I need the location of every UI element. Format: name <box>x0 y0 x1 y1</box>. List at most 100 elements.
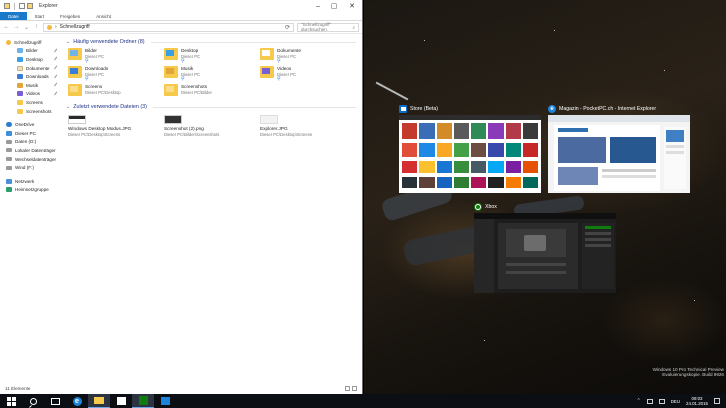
minimize-button[interactable]: – <box>310 0 326 12</box>
nav-item-label: Musik <box>26 82 38 88</box>
taskbar-explorer[interactable] <box>88 394 110 408</box>
refresh-icon[interactable]: ⟳ <box>285 24 290 31</box>
taskbar-xbox[interactable] <box>132 394 154 408</box>
folder-icon <box>68 84 82 96</box>
address-row: ← → ⌄ ↑ › Schnellzugriff ⟳ "Schnellzugri… <box>0 21 362 34</box>
taskbar-internet-explorer[interactable]: e <box>66 394 88 408</box>
nav-item[interactable]: Lokaler Datenträger <box>0 146 60 155</box>
folder-tile[interactable]: Musik Dieser PC ⚲ <box>164 66 260 83</box>
folder-icon <box>260 66 274 78</box>
folder-icon <box>68 66 82 78</box>
nav-item[interactable]: Desktop <box>0 55 60 64</box>
ribbon-tabs: Datei Start Freigeben Ansicht <box>0 12 362 21</box>
file-location: Dieser PC\Desktop\Screens <box>68 131 121 137</box>
close-button[interactable]: ✕ <box>342 0 362 12</box>
nav-item[interactable]: Bilder <box>0 47 60 56</box>
folder-tile-text: Musik Dieser PC ⚲ <box>181 66 200 83</box>
nav-item[interactable]: OneDrive <box>0 120 60 129</box>
navigation-pane: Schnellzugriff Bilder Desktop Dokumente Down… <box>0 34 60 382</box>
folder-icon <box>260 48 274 60</box>
folder-tile-text: Desktop Dieser PC ⚲ <box>181 48 200 65</box>
nav-item[interactable]: Dokumente <box>0 64 60 73</box>
drive-icon <box>6 157 12 162</box>
downloads-icon <box>17 74 23 80</box>
task-view-button[interactable] <box>44 394 66 408</box>
folder-tile[interactable]: Videos Dieser PC ⚲ <box>260 66 356 83</box>
folder-icon <box>94 397 104 404</box>
notification-icon[interactable] <box>714 398 720 404</box>
recent-files-header[interactable]: ⌄ Zuletzt verwendete Dateien (3) <box>66 103 356 111</box>
folder-tile-text: Videos Dieser PC ⚲ <box>277 66 296 83</box>
tab-start[interactable]: Start <box>27 12 53 20</box>
volume-icon[interactable] <box>658 398 665 404</box>
tab-view[interactable]: Ansicht <box>88 12 119 20</box>
folder-tile[interactable]: Desktop Dieser PC ⚲ <box>164 48 260 65</box>
maximize-button[interactable]: ▢ <box>326 0 342 12</box>
snap-card-xbox[interactable]: Xbox <box>474 201 616 293</box>
back-button[interactable]: ← <box>3 23 10 32</box>
nav-item[interactable]: Screens <box>0 98 60 107</box>
folder-tile-text: Screens Dieser PC\Desktop <box>85 84 121 95</box>
snap-card-header: Store (Beta) <box>399 103 541 115</box>
file-thumbnail <box>260 115 278 124</box>
taskbar-store[interactable] <box>110 394 132 408</box>
tiles-view-icon[interactable] <box>352 385 357 391</box>
nav-item[interactable]: Screenshots <box>0 107 60 116</box>
new-folder-icon[interactable] <box>27 3 33 9</box>
internet-explorer-icon: e <box>548 105 556 113</box>
recent-file[interactable]: Windows Desktop Modus.JPG Dieser PC\Deskt… <box>68 115 164 137</box>
search-input[interactable]: "Schnellzugriff" durchsuchen ⌕ <box>297 22 359 32</box>
taskbar-photos[interactable] <box>154 394 176 408</box>
clock-date: 24.01.2015 <box>686 401 708 406</box>
recent-file[interactable]: Screenshot (2).png Dieser PC\Bilder\Scree… <box>164 115 260 137</box>
recent-locations-button[interactable]: ⌄ <box>23 23 30 32</box>
folder-tile[interactable]: Screenshots Dieser PC\Bilder <box>164 84 260 99</box>
nav-item[interactable]: Dieser PC <box>0 129 60 138</box>
nav-item-label: Wind (F:) <box>15 165 34 171</box>
onedrive-icon <box>6 122 12 128</box>
start-button[interactable] <box>0 394 22 408</box>
nav-item[interactable]: Videos <box>0 90 60 99</box>
nav-item[interactable]: Wechseldatenträger <box>0 155 60 164</box>
folder-tile[interactable]: Bilder Dieser PC ⚲ <box>68 48 164 64</box>
forward-button[interactable]: → <box>13 23 20 32</box>
properties-icon[interactable] <box>19 3 25 9</box>
star-icon <box>6 39 11 45</box>
recent-file[interactable]: Explorer.JPG Dieser PC\Desktop\Screens <box>260 115 356 137</box>
folder-icon[interactable] <box>4 3 10 9</box>
up-button[interactable]: ↑ <box>33 23 40 32</box>
nav-item[interactable]: Wind (F:) <box>0 163 60 172</box>
input-language[interactable]: DEU <box>671 399 680 404</box>
tab-file[interactable]: Datei <box>0 12 27 20</box>
chevron-up-icon[interactable]: ⌃ <box>637 398 641 404</box>
nav-item[interactable]: Heimnetzgruppe <box>0 186 60 195</box>
network-icon[interactable] <box>646 398 653 404</box>
file-thumbnail <box>164 115 182 124</box>
address-bar[interactable]: › Schnellzugriff ⟳ <box>43 22 294 32</box>
nav-item[interactable]: Schnellzugriff <box>0 38 60 47</box>
star <box>424 40 425 41</box>
nav-item[interactable]: Musik <box>0 81 60 90</box>
window-title: Explorer <box>39 3 58 9</box>
clock[interactable]: 09:03 24.01.2015 <box>686 396 708 406</box>
breadcrumb[interactable]: Schnellzugriff <box>60 24 90 30</box>
snap-card-header: e Magazin - PocketPC.ch - Internet Explo… <box>548 103 690 115</box>
snap-card-store[interactable]: Store (Beta) <box>399 103 541 193</box>
search-button[interactable] <box>22 394 44 408</box>
file-thumbnail <box>68 115 86 124</box>
folder-tile[interactable]: Dokumente Dieser PC ⚲ <box>260 48 356 64</box>
nav-item[interactable]: Downloads <box>0 72 60 81</box>
folder-tile[interactable]: Screens Dieser PC\Desktop <box>68 84 164 99</box>
title-bar: Explorer – ▢ ✕ <box>0 0 362 12</box>
star <box>554 30 555 31</box>
tab-share[interactable]: Freigeben <box>52 12 88 20</box>
pin-icon: ⚲ <box>181 76 185 83</box>
nav-item[interactable]: Netzwerk <box>0 177 60 186</box>
details-view-icon[interactable] <box>345 385 350 391</box>
frequent-folders-header[interactable]: ⌄ Häufig verwendete Ordner (8) <box>66 38 356 46</box>
folder-tile[interactable]: Downloads Dieser PC ⚲ <box>68 66 164 82</box>
snap-card-internet-explorer[interactable]: e Magazin - PocketPC.ch - Internet Explo… <box>548 103 690 193</box>
folder-location: Dieser PC\Desktop <box>85 89 121 95</box>
nav-item[interactable]: Daten (D:) <box>0 138 60 147</box>
item-count: 11 Elemente <box>5 385 31 391</box>
